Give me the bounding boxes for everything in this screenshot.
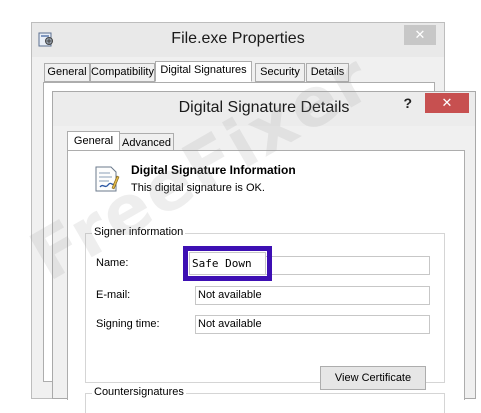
countersignatures-group: Countersignatures	[85, 386, 445, 413]
general-tab-panel: Digital Signature Information This digit…	[67, 150, 465, 413]
tab-digital-signatures[interactable]: Digital Signatures	[155, 61, 252, 82]
close-button[interactable]: ✕	[404, 25, 436, 45]
tab-compatibility[interactable]: Compatibility	[90, 63, 155, 82]
signer-group-label: Signer information	[92, 226, 186, 238]
view-certificate-button[interactable]: View Certificate	[320, 366, 426, 390]
dialog-title-bar: Digital Signature Details ? ✕	[53, 92, 475, 126]
name-highlight-box: Safe Down	[183, 246, 272, 281]
info-title: Digital Signature Information	[131, 163, 296, 177]
dialog-close-button[interactable]: ✕	[425, 93, 469, 113]
countersignatures-label: Countersignatures	[92, 386, 186, 398]
title-bar: File.exe Properties ✕	[32, 23, 444, 57]
info-status-text: This digital signature is OK.	[131, 182, 265, 194]
signing-time-field[interactable]: Not available	[195, 315, 430, 334]
signature-details-dialog: Digital Signature Details ? ✕ General Ad…	[52, 91, 476, 413]
name-label: Name:	[96, 257, 129, 269]
window-title: File.exe Properties	[171, 30, 305, 47]
email-field[interactable]: Not available	[195, 286, 430, 305]
name-field[interactable]: Safe Down	[189, 252, 266, 275]
tab-general[interactable]: General	[44, 63, 90, 82]
tab-security[interactable]: Security	[255, 63, 305, 82]
signer-information-group: Signer information Name: Safe Down E-mai…	[85, 226, 445, 390]
signed-document-icon	[95, 166, 120, 192]
help-button[interactable]: ?	[403, 95, 412, 111]
email-label: E-mail:	[96, 289, 131, 301]
tab-details[interactable]: Details	[306, 63, 349, 82]
signing-time-label: Signing time:	[96, 318, 160, 330]
